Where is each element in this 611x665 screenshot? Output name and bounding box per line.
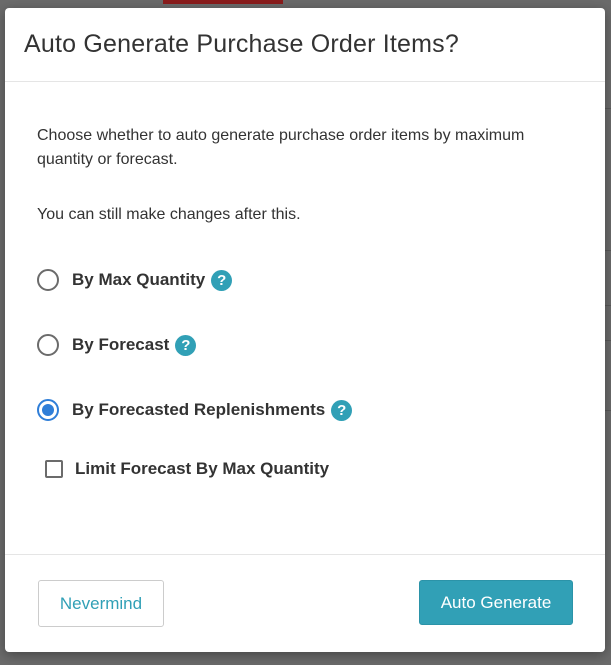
radio-by-max-quantity[interactable]: By Max Quantity ? <box>37 269 233 291</box>
checkbox-label: Limit Forecast By Max Quantity <box>75 459 330 478</box>
limit-forecast-checkbox-option[interactable]: Limit Forecast By Max Quantity <box>45 459 329 479</box>
radio-label: By Forecast <box>72 335 170 354</box>
dialog-body: Choose whether to auto generate purchase… <box>5 82 605 554</box>
radio-label: By Forecasted Replenishments <box>72 400 326 419</box>
radio-button-selected[interactable] <box>37 399 59 421</box>
nevermind-button[interactable]: Nevermind <box>38 580 164 627</box>
dialog-description: Choose whether to auto generate purchase… <box>37 127 525 168</box>
dialog-header: Auto Generate Purchase Order Items? <box>5 8 605 82</box>
radio-label: By Max Quantity <box>72 270 206 289</box>
radio-button[interactable] <box>37 334 59 356</box>
dialog-footer: Nevermind Auto Generate <box>5 554 605 652</box>
dialog-title: Auto Generate Purchase Order Items? <box>24 30 459 58</box>
radio-by-forecasted-replenishments[interactable]: By Forecasted Replenishments ? <box>37 399 353 421</box>
question-circle-icon[interactable]: ? <box>331 399 353 421</box>
radio-by-forecast[interactable]: By Forecast ? <box>37 334 197 356</box>
auto-generate-dialog: Auto Generate Purchase Order Items? Choo… <box>5 8 605 652</box>
background-accent-bar <box>163 0 283 4</box>
dialog-note: You can still make changes after this. <box>37 206 301 223</box>
auto-generate-button[interactable]: Auto Generate <box>419 580 573 625</box>
radio-button[interactable] <box>37 269 59 291</box>
question-circle-icon[interactable]: ? <box>211 269 233 291</box>
question-circle-icon[interactable]: ? <box>175 334 197 356</box>
limit-forecast-checkbox[interactable] <box>45 460 63 478</box>
